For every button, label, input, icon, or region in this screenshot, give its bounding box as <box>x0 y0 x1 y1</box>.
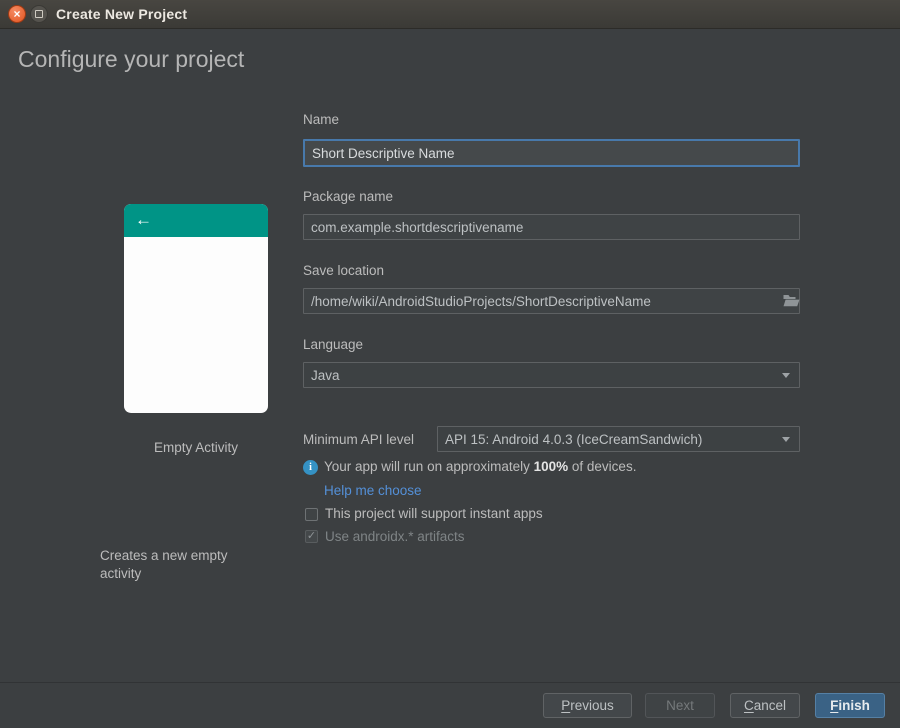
page-title: Configure your project <box>18 46 245 72</box>
back-arrow-icon: ← <box>135 210 152 229</box>
api-note-prefix: Your app will run on approximately <box>324 459 534 474</box>
chevron-down-icon <box>782 437 790 442</box>
next-button: Next <box>645 693 715 718</box>
cancel-button[interactable]: Cancel <box>730 693 800 718</box>
min-api-dropdown[interactable]: API 15: Android 4.0.3 (IceCreamSandwich) <box>437 426 800 452</box>
footer-divider <box>0 682 900 683</box>
name-input[interactable] <box>303 139 800 167</box>
api-coverage-note: Your app will run on approximately 100% … <box>324 459 636 474</box>
template-name: Empty Activity <box>153 440 239 455</box>
create-new-project-dialog: × Create New Project Configure your proj… <box>0 0 900 728</box>
instant-apps-checkbox[interactable] <box>305 508 318 521</box>
folder-browse-icon[interactable] <box>783 294 800 312</box>
window-title: Create New Project <box>56 6 188 22</box>
androidx-checkbox: ✓ <box>305 530 318 543</box>
save-location-label: Save location <box>303 263 385 278</box>
activity-template-preview: ← <box>124 204 268 413</box>
name-label: Name <box>303 112 340 127</box>
template-description: Creates a new empty activity <box>100 548 228 581</box>
help-me-choose-link[interactable]: Help me choose <box>324 483 422 498</box>
instant-apps-label[interactable]: This project will support instant apps <box>325 506 543 521</box>
close-icon[interactable]: × <box>8 5 26 23</box>
package-name-label: Package name <box>303 189 394 204</box>
min-api-label: Minimum API level <box>303 432 415 447</box>
package-name-input[interactable] <box>303 214 800 240</box>
activity-preview-appbar: ← <box>124 204 268 237</box>
previous-button[interactable]: Previous <box>543 693 632 718</box>
titlebar[interactable]: × Create New Project <box>0 0 900 29</box>
language-dropdown[interactable]: Java <box>303 362 800 388</box>
chevron-down-icon <box>782 373 790 378</box>
min-api-value: API 15: Android 4.0.3 (IceCreamSandwich) <box>445 431 703 447</box>
language-value: Java <box>311 367 340 383</box>
save-location-input[interactable] <box>303 288 800 314</box>
api-note-percent: 100% <box>533 459 569 474</box>
api-note-suffix: of devices. <box>568 459 637 474</box>
language-label: Language <box>303 337 364 352</box>
maximize-icon[interactable] <box>30 5 48 23</box>
info-icon: i <box>303 460 318 475</box>
androidx-label: Use androidx.* artifacts <box>325 529 465 544</box>
finish-button[interactable]: Finish <box>815 693 885 718</box>
